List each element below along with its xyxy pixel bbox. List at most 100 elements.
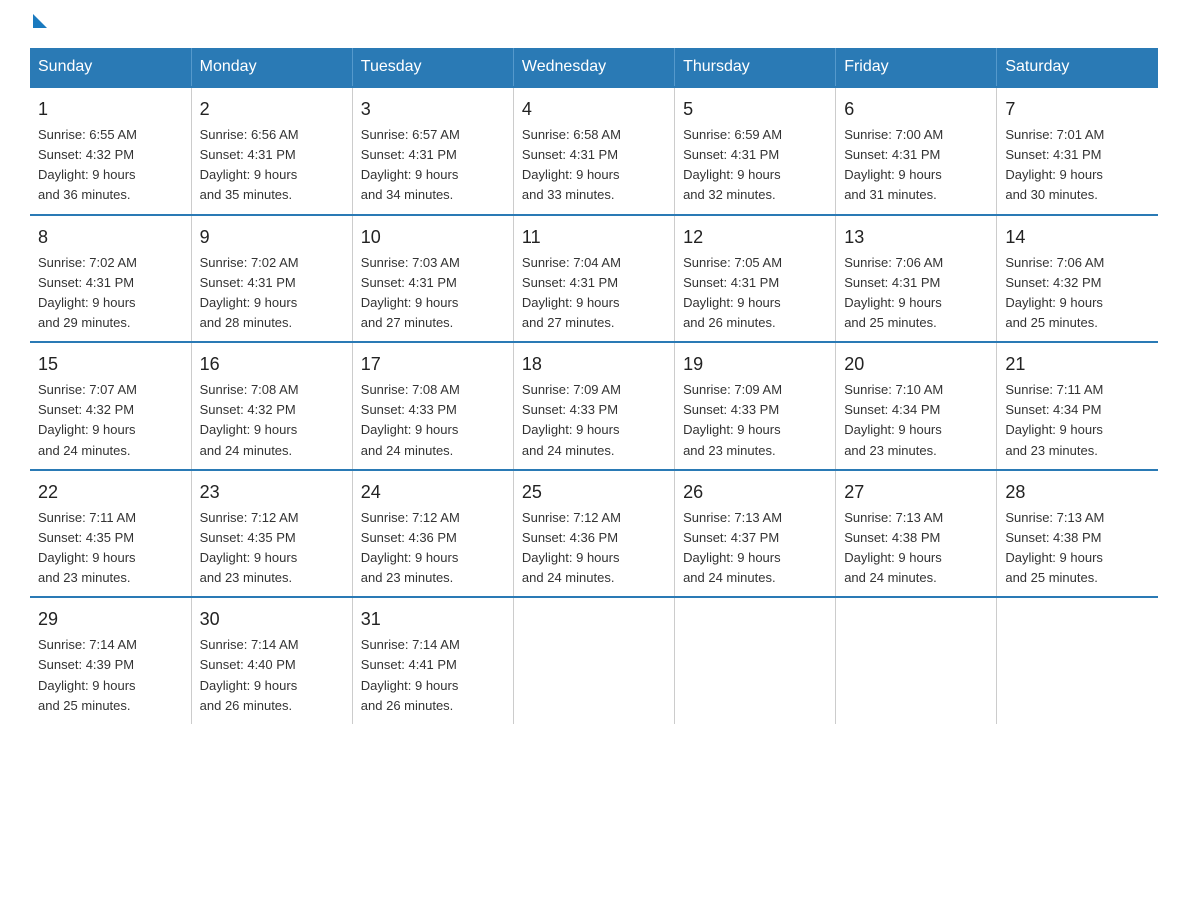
day-info: Sunrise: 7:09 AM Sunset: 4:33 PM Dayligh… <box>683 380 827 461</box>
day-info: Sunrise: 7:02 AM Sunset: 4:31 PM Dayligh… <box>200 253 344 334</box>
day-info: Sunrise: 7:08 AM Sunset: 4:32 PM Dayligh… <box>200 380 344 461</box>
day-number: 18 <box>522 351 666 378</box>
calendar-cell: 12 Sunrise: 7:05 AM Sunset: 4:31 PM Dayl… <box>675 215 836 343</box>
day-info: Sunrise: 7:09 AM Sunset: 4:33 PM Dayligh… <box>522 380 666 461</box>
day-info: Sunrise: 7:13 AM Sunset: 4:38 PM Dayligh… <box>1005 508 1150 589</box>
calendar-cell: 27 Sunrise: 7:13 AM Sunset: 4:38 PM Dayl… <box>836 470 997 598</box>
calendar-table: SundayMondayTuesdayWednesdayThursdayFrid… <box>30 48 1158 724</box>
day-number: 3 <box>361 96 505 123</box>
day-number: 30 <box>200 606 344 633</box>
day-info: Sunrise: 7:10 AM Sunset: 4:34 PM Dayligh… <box>844 380 988 461</box>
calendar-cell: 8 Sunrise: 7:02 AM Sunset: 4:31 PM Dayli… <box>30 215 191 343</box>
day-info: Sunrise: 7:11 AM Sunset: 4:35 PM Dayligh… <box>38 508 183 589</box>
header-monday: Monday <box>191 48 352 87</box>
day-number: 22 <box>38 479 183 506</box>
day-number: 23 <box>200 479 344 506</box>
calendar-cell: 29 Sunrise: 7:14 AM Sunset: 4:39 PM Dayl… <box>30 597 191 724</box>
day-info: Sunrise: 7:06 AM Sunset: 4:31 PM Dayligh… <box>844 253 988 334</box>
day-info: Sunrise: 7:12 AM Sunset: 4:36 PM Dayligh… <box>361 508 505 589</box>
page-header <box>30 20 1158 28</box>
calendar-week-row: 29 Sunrise: 7:14 AM Sunset: 4:39 PM Dayl… <box>30 597 1158 724</box>
day-info: Sunrise: 7:03 AM Sunset: 4:31 PM Dayligh… <box>361 253 505 334</box>
day-number: 6 <box>844 96 988 123</box>
day-number: 17 <box>361 351 505 378</box>
calendar-cell: 15 Sunrise: 7:07 AM Sunset: 4:32 PM Dayl… <box>30 342 191 470</box>
day-number: 15 <box>38 351 183 378</box>
day-info: Sunrise: 7:12 AM Sunset: 4:35 PM Dayligh… <box>200 508 344 589</box>
calendar-cell: 21 Sunrise: 7:11 AM Sunset: 4:34 PM Dayl… <box>997 342 1158 470</box>
calendar-cell <box>997 597 1158 724</box>
day-number: 19 <box>683 351 827 378</box>
calendar-cell <box>675 597 836 724</box>
day-number: 20 <box>844 351 988 378</box>
calendar-cell: 26 Sunrise: 7:13 AM Sunset: 4:37 PM Dayl… <box>675 470 836 598</box>
calendar-cell: 5 Sunrise: 6:59 AM Sunset: 4:31 PM Dayli… <box>675 87 836 215</box>
day-number: 31 <box>361 606 505 633</box>
calendar-cell: 20 Sunrise: 7:10 AM Sunset: 4:34 PM Dayl… <box>836 342 997 470</box>
calendar-cell: 9 Sunrise: 7:02 AM Sunset: 4:31 PM Dayli… <box>191 215 352 343</box>
day-info: Sunrise: 6:56 AM Sunset: 4:31 PM Dayligh… <box>200 125 344 206</box>
day-info: Sunrise: 6:57 AM Sunset: 4:31 PM Dayligh… <box>361 125 505 206</box>
calendar-cell: 31 Sunrise: 7:14 AM Sunset: 4:41 PM Dayl… <box>352 597 513 724</box>
day-number: 7 <box>1005 96 1150 123</box>
calendar-week-row: 15 Sunrise: 7:07 AM Sunset: 4:32 PM Dayl… <box>30 342 1158 470</box>
calendar-week-row: 8 Sunrise: 7:02 AM Sunset: 4:31 PM Dayli… <box>30 215 1158 343</box>
day-number: 28 <box>1005 479 1150 506</box>
day-number: 13 <box>844 224 988 251</box>
header-wednesday: Wednesday <box>513 48 674 87</box>
day-number: 12 <box>683 224 827 251</box>
day-number: 27 <box>844 479 988 506</box>
calendar-cell <box>836 597 997 724</box>
calendar-cell: 1 Sunrise: 6:55 AM Sunset: 4:32 PM Dayli… <box>30 87 191 215</box>
day-number: 5 <box>683 96 827 123</box>
day-info: Sunrise: 7:11 AM Sunset: 4:34 PM Dayligh… <box>1005 380 1150 461</box>
calendar-cell: 22 Sunrise: 7:11 AM Sunset: 4:35 PM Dayl… <box>30 470 191 598</box>
calendar-cell: 7 Sunrise: 7:01 AM Sunset: 4:31 PM Dayli… <box>997 87 1158 215</box>
calendar-cell: 23 Sunrise: 7:12 AM Sunset: 4:35 PM Dayl… <box>191 470 352 598</box>
calendar-cell: 3 Sunrise: 6:57 AM Sunset: 4:31 PM Dayli… <box>352 87 513 215</box>
day-info: Sunrise: 6:58 AM Sunset: 4:31 PM Dayligh… <box>522 125 666 206</box>
day-number: 26 <box>683 479 827 506</box>
calendar-cell: 4 Sunrise: 6:58 AM Sunset: 4:31 PM Dayli… <box>513 87 674 215</box>
day-number: 29 <box>38 606 183 633</box>
calendar-cell <box>513 597 674 724</box>
day-info: Sunrise: 7:07 AM Sunset: 4:32 PM Dayligh… <box>38 380 183 461</box>
calendar-cell: 6 Sunrise: 7:00 AM Sunset: 4:31 PM Dayli… <box>836 87 997 215</box>
day-number: 8 <box>38 224 183 251</box>
day-info: Sunrise: 7:06 AM Sunset: 4:32 PM Dayligh… <box>1005 253 1150 334</box>
calendar-cell: 11 Sunrise: 7:04 AM Sunset: 4:31 PM Dayl… <box>513 215 674 343</box>
day-info: Sunrise: 7:13 AM Sunset: 4:38 PM Dayligh… <box>844 508 988 589</box>
logo <box>30 20 47 28</box>
calendar-cell: 19 Sunrise: 7:09 AM Sunset: 4:33 PM Dayl… <box>675 342 836 470</box>
day-info: Sunrise: 7:14 AM Sunset: 4:41 PM Dayligh… <box>361 635 505 716</box>
day-number: 2 <box>200 96 344 123</box>
day-info: Sunrise: 7:13 AM Sunset: 4:37 PM Dayligh… <box>683 508 827 589</box>
day-number: 1 <box>38 96 183 123</box>
calendar-cell: 13 Sunrise: 7:06 AM Sunset: 4:31 PM Dayl… <box>836 215 997 343</box>
day-info: Sunrise: 7:01 AM Sunset: 4:31 PM Dayligh… <box>1005 125 1150 206</box>
calendar-cell: 10 Sunrise: 7:03 AM Sunset: 4:31 PM Dayl… <box>352 215 513 343</box>
calendar-cell: 2 Sunrise: 6:56 AM Sunset: 4:31 PM Dayli… <box>191 87 352 215</box>
day-info: Sunrise: 7:14 AM Sunset: 4:40 PM Dayligh… <box>200 635 344 716</box>
header-thursday: Thursday <box>675 48 836 87</box>
day-number: 25 <box>522 479 666 506</box>
header-sunday: Sunday <box>30 48 191 87</box>
day-number: 21 <box>1005 351 1150 378</box>
logo-triangle-icon <box>33 14 47 28</box>
day-info: Sunrise: 7:14 AM Sunset: 4:39 PM Dayligh… <box>38 635 183 716</box>
calendar-cell: 16 Sunrise: 7:08 AM Sunset: 4:32 PM Dayl… <box>191 342 352 470</box>
calendar-week-row: 1 Sunrise: 6:55 AM Sunset: 4:32 PM Dayli… <box>30 87 1158 215</box>
day-info: Sunrise: 7:05 AM Sunset: 4:31 PM Dayligh… <box>683 253 827 334</box>
day-info: Sunrise: 7:08 AM Sunset: 4:33 PM Dayligh… <box>361 380 505 461</box>
day-number: 14 <box>1005 224 1150 251</box>
day-number: 4 <box>522 96 666 123</box>
day-number: 10 <box>361 224 505 251</box>
day-number: 24 <box>361 479 505 506</box>
calendar-cell: 17 Sunrise: 7:08 AM Sunset: 4:33 PM Dayl… <box>352 342 513 470</box>
day-info: Sunrise: 7:12 AM Sunset: 4:36 PM Dayligh… <box>522 508 666 589</box>
day-info: Sunrise: 7:02 AM Sunset: 4:31 PM Dayligh… <box>38 253 183 334</box>
day-info: Sunrise: 7:00 AM Sunset: 4:31 PM Dayligh… <box>844 125 988 206</box>
calendar-cell: 30 Sunrise: 7:14 AM Sunset: 4:40 PM Dayl… <box>191 597 352 724</box>
header-tuesday: Tuesday <box>352 48 513 87</box>
day-number: 9 <box>200 224 344 251</box>
